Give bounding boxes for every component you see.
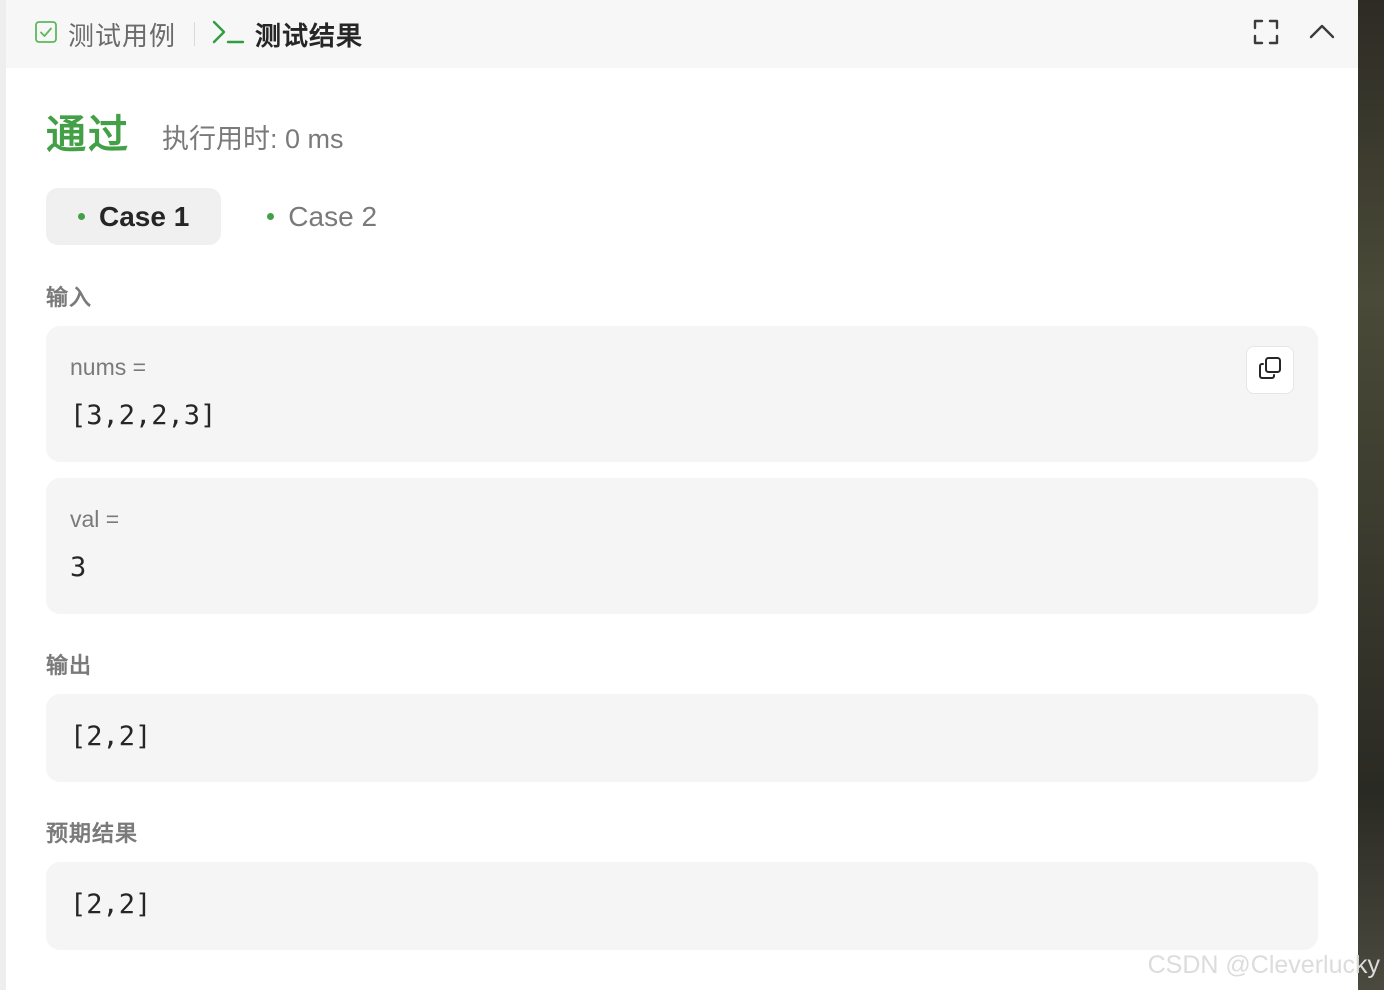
tab-separator	[194, 22, 196, 46]
expected-section-label: 预期结果	[46, 821, 139, 846]
param-value: [3,2,2,3]	[70, 400, 217, 431]
input-section-label: 输入	[46, 285, 93, 310]
runtime-text: 执行用时: 0 ms	[162, 124, 344, 154]
case-tab-2[interactable]: Case 2	[235, 188, 409, 245]
app-frame: 测试用例 测试结果 通过 执行用时: 0 ms Case 1 Case 2 输入…	[0, 0, 1384, 990]
case-tab-label: Case 1	[99, 200, 190, 232]
case-tab-1[interactable]: Case 1	[46, 188, 222, 245]
fullscreen-icon	[1252, 18, 1280, 51]
watermark-text: CSDN @Cleverlucky	[1147, 951, 1380, 979]
output-section-label: 输出	[46, 653, 93, 678]
param-name: val =	[70, 506, 120, 532]
expected-box: [2,2]	[46, 862, 1318, 950]
checkbox-icon	[34, 20, 58, 49]
param-name: nums =	[70, 354, 147, 380]
panel-actions	[1230, 0, 1342, 68]
result-panel: 测试用例 测试结果 通过 执行用时: 0 ms Case 1 Case 2 输入…	[6, 0, 1358, 990]
case-tabs: Case 1 Case 2	[46, 188, 409, 245]
tab-results[interactable]: 测试结果	[211, 0, 363, 68]
expected-value: [2,2]	[70, 889, 152, 920]
terminal-icon	[211, 18, 245, 51]
input-param-nums: nums = [3,2,2,3]	[46, 326, 1318, 462]
output-value: [2,2]	[70, 721, 152, 752]
copy-icon	[1257, 355, 1283, 386]
result-status-row: 通过 执行用时: 0 ms	[46, 102, 344, 160]
copy-button[interactable]	[1246, 346, 1294, 394]
tab-testcases-label: 测试用例	[68, 20, 177, 51]
panel-tabbar: 测试用例 测试结果	[6, 0, 1358, 68]
param-value: 3	[70, 552, 87, 583]
tab-testcases[interactable]: 测试用例	[34, 0, 176, 68]
result-status: 通过	[46, 113, 130, 157]
chevron-up-icon	[1308, 18, 1336, 51]
desktop-background-strip	[1358, 0, 1384, 990]
output-box: [2,2]	[46, 694, 1318, 782]
pass-dot-icon	[267, 213, 275, 220]
collapse-button[interactable]	[1302, 14, 1342, 54]
pass-dot-icon	[78, 213, 85, 220]
tab-results-label: 测试结果	[255, 20, 364, 51]
case-tab-label: Case 2	[288, 200, 378, 232]
fullscreen-button[interactable]	[1246, 14, 1286, 54]
input-param-val: val = 3	[46, 478, 1318, 614]
